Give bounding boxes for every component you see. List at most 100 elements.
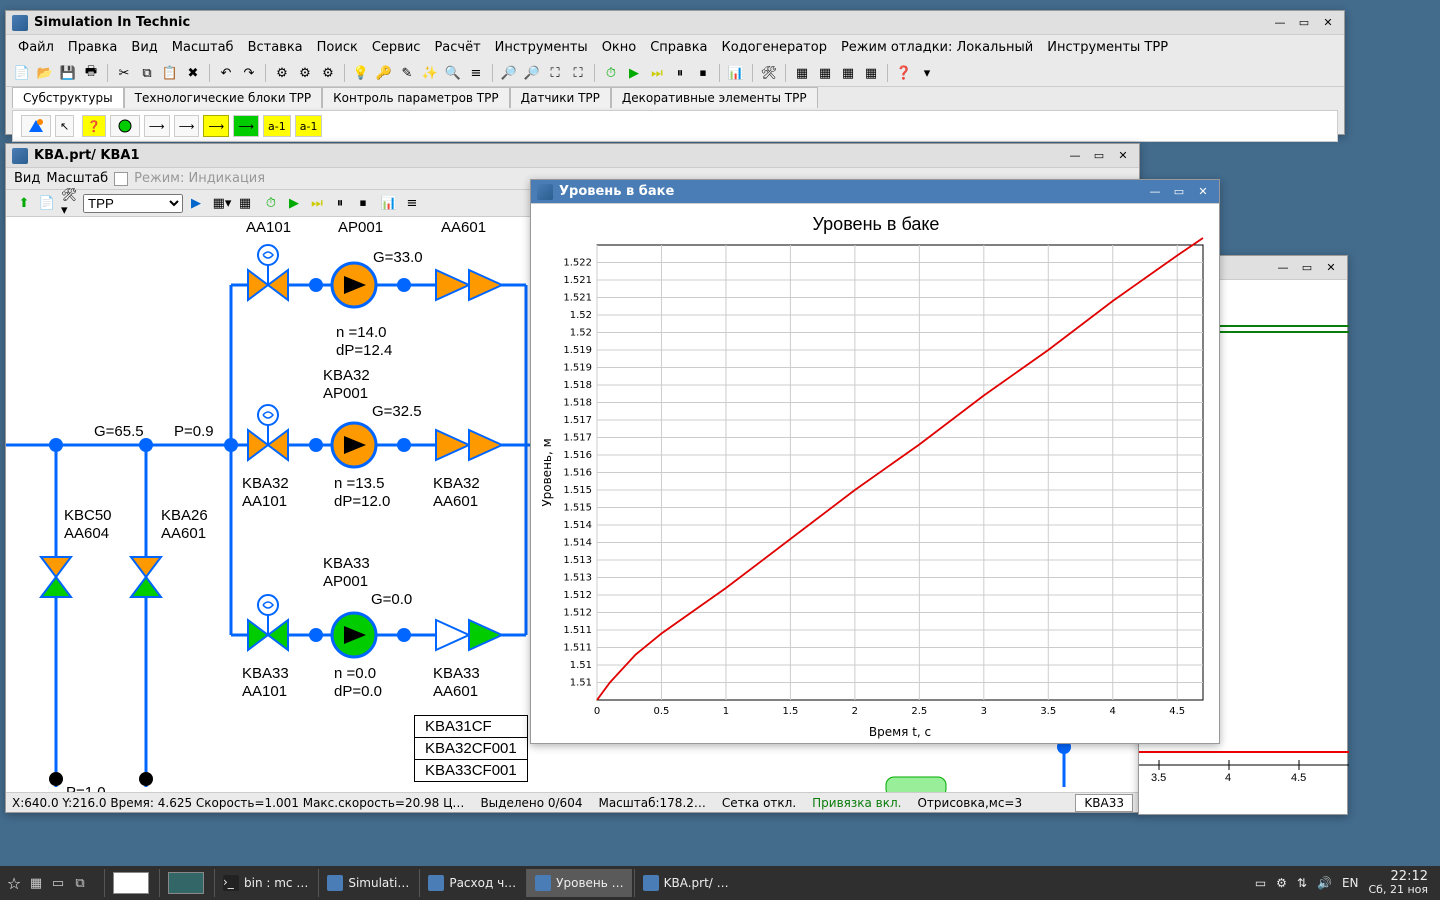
menu-edit[interactable]: Правка xyxy=(62,38,123,57)
timer2-icon[interactable]: ⏱ xyxy=(261,193,281,213)
step2-icon[interactable]: ⏭ xyxy=(307,193,327,213)
settings-icon[interactable]: 🛠 xyxy=(759,63,779,83)
tab-substructures[interactable]: Субструктуры xyxy=(12,87,124,108)
key-icon[interactable]: 🔑 xyxy=(374,63,394,83)
help-icon[interactable]: ❓ xyxy=(894,63,914,83)
menu-insert[interactable]: Вставка xyxy=(242,38,309,57)
main-titlebar[interactable]: Simulation In Technic — ▭ ✕ xyxy=(6,11,1344,35)
play-icon[interactable]: ▶ xyxy=(624,63,644,83)
paste-icon[interactable]: 📋 xyxy=(160,63,180,83)
zoom-out-icon[interactable]: 🔎 xyxy=(522,63,542,83)
chart2-icon[interactable]: 📊 xyxy=(379,193,399,213)
grid-icon[interactable]: ▦ xyxy=(26,873,46,893)
list-icon[interactable]: ≡ xyxy=(466,63,486,83)
panel1-icon[interactable]: ▦ xyxy=(792,63,812,83)
task-kba[interactable]: KBA.prt/ … xyxy=(634,869,737,897)
zoom-in-icon[interactable]: 🔎 xyxy=(499,63,519,83)
stop2-icon[interactable]: ⏹ xyxy=(353,193,373,213)
kba-maximize-button[interactable]: ▭ xyxy=(1089,148,1109,164)
menu-debug-mode[interactable]: Режим отладки: Локальный xyxy=(835,38,1039,57)
kba-menu-view[interactable]: Вид xyxy=(14,171,40,186)
tray-icon2[interactable]: ⚙ xyxy=(1276,876,1287,890)
chart-minimize-button[interactable]: — xyxy=(1145,184,1165,200)
step-icon[interactable]: ⏭ xyxy=(647,63,667,83)
play2-icon[interactable]: ▶ xyxy=(284,193,304,213)
bg-minimize-button[interactable]: — xyxy=(1273,260,1293,276)
pencil-icon[interactable]: ✎ xyxy=(397,63,417,83)
cursor-icon[interactable]: ↖ xyxy=(55,115,74,137)
kba-titlebar[interactable]: KBA.prt/ KBA1 — ▭ ✕ xyxy=(6,144,1139,168)
page-icon[interactable]: 📄 xyxy=(37,193,57,213)
element-a1-icon[interactable]: a-1 xyxy=(263,115,291,137)
element4-icon[interactable]: ⟶ xyxy=(203,115,229,137)
wand-icon[interactable]: ✨ xyxy=(420,63,440,83)
panel2-icon[interactable]: ▦ xyxy=(815,63,835,83)
tray-volume-icon[interactable]: 🔊 xyxy=(1317,876,1332,890)
task-thumb-1[interactable] xyxy=(104,869,157,897)
start-icon[interactable]: ☆ xyxy=(4,873,24,893)
windows-icon[interactable]: ▭ xyxy=(48,873,68,893)
desktop-icon[interactable]: ⧉ xyxy=(70,873,90,893)
open-icon[interactable]: 📂 xyxy=(35,63,55,83)
pause-icon[interactable]: ⏸ xyxy=(670,63,690,83)
help2-icon[interactable]: ❓ xyxy=(82,115,106,137)
layer-select[interactable]: TPP xyxy=(83,194,183,213)
save-icon[interactable]: 💾 xyxy=(58,63,78,83)
mode-checkbox[interactable] xyxy=(114,172,128,186)
panel4-icon[interactable]: ▦ xyxy=(861,63,881,83)
delete-icon[interactable]: ✖ xyxy=(183,63,203,83)
tray-network-icon[interactable]: ⇅ xyxy=(1297,876,1307,890)
kba-menu-scale[interactable]: Масштаб xyxy=(46,171,108,186)
menu-tpp-tools[interactable]: Инструменты TPP xyxy=(1041,38,1174,57)
stop-icon[interactable]: ⏹ xyxy=(693,63,713,83)
tab-param-control[interactable]: Контроль параметров TPP xyxy=(322,87,509,108)
chart-close-button[interactable]: ✕ xyxy=(1193,184,1213,200)
timer-icon[interactable]: ⏱ xyxy=(601,63,621,83)
new-icon[interactable]: 📄 xyxy=(12,63,32,83)
maximize-button[interactable]: ▭ xyxy=(1294,15,1314,31)
element-a1b-icon[interactable]: a-1 xyxy=(295,115,323,137)
block1-icon[interactable] xyxy=(21,115,51,137)
menu-compute[interactable]: Расчёт xyxy=(428,38,486,57)
menu-view[interactable]: Вид xyxy=(125,38,163,57)
kba-minimize-button[interactable]: — xyxy=(1065,148,1085,164)
dropdown-icon[interactable]: ▾ xyxy=(917,63,937,83)
element2-icon[interactable]: ⟶ xyxy=(144,115,170,137)
clock[interactable]: 22:12 Сб, 21 ноя xyxy=(1369,870,1429,896)
pause2-icon[interactable]: ⏸ xyxy=(330,193,350,213)
tab-tech-blocks[interactable]: Технологические блоки TPP xyxy=(124,87,323,108)
binoculars-icon[interactable]: 🔍 xyxy=(443,63,463,83)
element5-icon[interactable]: ⟶ xyxy=(233,115,259,137)
chart-icon[interactable]: 📊 xyxy=(726,63,746,83)
cut-icon[interactable]: ✂ xyxy=(114,63,134,83)
chart-maximize-button[interactable]: ▭ xyxy=(1169,184,1189,200)
tools2-icon[interactable]: 🛠▾ xyxy=(60,193,80,213)
panel3-icon[interactable]: ▦ xyxy=(838,63,858,83)
minimize-button[interactable]: — xyxy=(1270,15,1290,31)
idea-icon[interactable]: 💡 xyxy=(351,63,371,83)
task-simulation[interactable]: Simulati… xyxy=(318,869,417,897)
zoom-sel-icon[interactable]: ⛶ xyxy=(568,63,588,83)
list2-icon[interactable]: ≡ xyxy=(402,193,422,213)
task-bin-mc[interactable]: ›_bin : mc … xyxy=(214,869,316,897)
menu-search[interactable]: Поиск xyxy=(311,38,364,57)
tray-lang[interactable]: EN xyxy=(1342,876,1359,890)
menu-tools[interactable]: Инструменты xyxy=(489,38,594,57)
tb-icon2[interactable]: ▦ xyxy=(235,193,255,213)
bg-maximize-button[interactable]: ▭ xyxy=(1297,260,1317,276)
element1-icon[interactable] xyxy=(110,115,140,137)
chart-titlebar[interactable]: Уровень в баке — ▭ ✕ xyxy=(531,180,1219,204)
menu-window[interactable]: Окно xyxy=(596,38,643,57)
menu-service[interactable]: Сервис xyxy=(366,38,427,57)
print-icon[interactable]: 🖶 xyxy=(81,63,101,83)
up-arrow-icon[interactable]: ⬆ xyxy=(14,193,34,213)
tool3-icon[interactable]: ⚙ xyxy=(318,63,338,83)
tool2-icon[interactable]: ⚙ xyxy=(295,63,315,83)
task-rashod[interactable]: Расход ч… xyxy=(419,869,524,897)
close-button[interactable]: ✕ xyxy=(1318,15,1338,31)
copy-icon[interactable]: ⧉ xyxy=(137,63,157,83)
tb-icon[interactable]: ▦▾ xyxy=(212,193,232,213)
bg-close-button[interactable]: ✕ xyxy=(1321,260,1341,276)
zoom-fit-icon[interactable]: ⛶ xyxy=(545,63,565,83)
task-uroven[interactable]: Уровень … xyxy=(526,869,631,897)
